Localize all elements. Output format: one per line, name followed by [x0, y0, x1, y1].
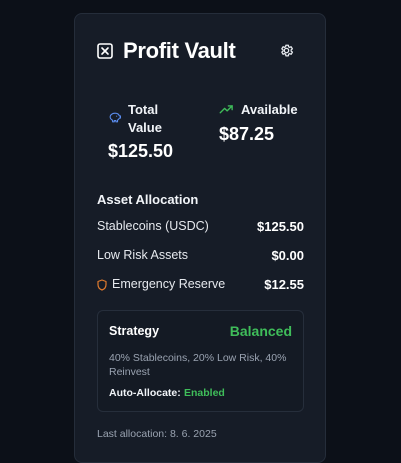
piggy-bank-icon	[109, 112, 121, 123]
allocation-row-value: $12.55	[264, 277, 304, 292]
page-title: Profit Vault	[123, 38, 236, 63]
allocation-row-value: $0.00	[271, 248, 304, 263]
total-value-amount: $125.50	[108, 141, 174, 161]
allocation-row-low-risk: Low Risk Assets $0.00	[97, 248, 304, 266]
auto-allocate-status: Enabled	[184, 387, 225, 399]
total-value-label: Total Value	[128, 102, 162, 135]
allocation-row-stablecoins: Stablecoins (USDC) $125.50	[97, 219, 304, 237]
allocation-row-value: $125.50	[257, 219, 304, 234]
allocation-row-name: Low Risk Assets	[97, 248, 189, 262]
strategy-title: Strategy	[109, 324, 160, 338]
gear-icon[interactable]	[279, 43, 294, 58]
asset-allocation-title: Asset Allocation	[97, 192, 199, 207]
auto-allocate-label: Auto-Allocate:	[109, 387, 181, 399]
strategy-description: 40% Stablecoins, 20% Low Risk, 40% Reinv…	[109, 352, 287, 378]
allocation-row-emergency-reserve: Emergency Reserve $12.55	[97, 277, 304, 295]
available-label: Available	[241, 102, 298, 117]
shield-icon	[97, 279, 107, 291]
profit-vault-card: Profit Vault Total Value $125.50 Availab…	[74, 13, 326, 463]
trending-up-icon	[219, 105, 233, 114]
strategy-mode: Balanced	[229, 323, 292, 339]
close-box-icon[interactable]	[97, 43, 113, 59]
card-header: Profit Vault	[97, 38, 305, 68]
allocation-row-name: Emergency Reserve	[112, 277, 226, 291]
strategy-panel: Strategy Balanced 40% Stablecoins, 20% L…	[97, 310, 304, 412]
available-amount: $87.25	[219, 124, 275, 144]
last-allocation-text: Last allocation: 8. 6. 2025	[97, 428, 217, 440]
allocation-row-name: Stablecoins (USDC)	[97, 219, 209, 233]
